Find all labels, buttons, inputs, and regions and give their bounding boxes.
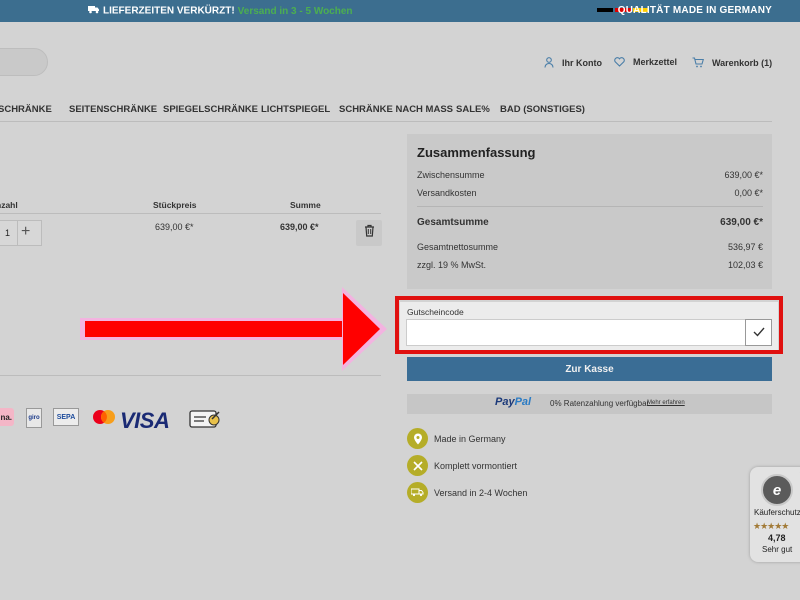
trash-icon	[364, 224, 375, 242]
shipping-label: Versandkosten	[417, 188, 477, 198]
summary-title: Zusammenfassung	[417, 145, 536, 160]
quantity-stepper[interactable]: 1 +	[0, 220, 42, 246]
cart-label: Warenkorb (1)	[712, 57, 773, 68]
invoice-icon	[188, 408, 222, 430]
nav-item-schraenke[interactable]: SCHRÄNKE	[0, 104, 52, 115]
account-label: Ihr Konto	[562, 57, 602, 68]
rating-grade: Sehr gut	[762, 545, 793, 554]
visa-icon: VISA	[120, 408, 170, 434]
net-total-label: Gesamtnettosumme	[417, 242, 499, 252]
feature-label: Komplett vormontiert	[434, 460, 518, 471]
giropay-icon: giro	[26, 408, 42, 428]
column-header-quantity: nzahl	[0, 200, 18, 210]
nav-item-spiegelschraenke[interactable]: SPIEGELSCHRÄNKE	[163, 104, 258, 115]
order-summary: Zusammenfassung Zwischensumme 639,00 €* …	[407, 134, 772, 289]
heart-icon	[614, 57, 625, 67]
annotation-arrow-icon	[80, 285, 390, 380]
cart-link[interactable]: Warenkorb (1)	[692, 57, 772, 68]
remove-item-button[interactable]	[356, 220, 382, 246]
wishlist-label: Merkzettel	[633, 57, 678, 67]
paypal-installment-text: 0% Ratenzahlung verfügbar.	[550, 399, 651, 408]
sepa-label: SEPA	[56, 413, 76, 421]
feature-made-in-germany: Made in Germany	[407, 428, 506, 449]
cart-header-divider	[0, 213, 381, 214]
item-unit-price: 639,00 €*	[155, 222, 194, 232]
klarna-icon: na.	[0, 408, 14, 426]
shipping-value: 0,00 €*	[734, 188, 763, 198]
rating-stars-icon: ★★★★★	[753, 521, 789, 531]
user-icon	[544, 57, 554, 68]
coupon-code-input[interactable]	[406, 319, 746, 346]
subtotal-value: 639,00 €*	[724, 170, 763, 180]
plus-icon[interactable]: +	[21, 223, 30, 241]
total-value: 639,00 €*	[720, 217, 763, 228]
paypal-logo-pay: Pay	[495, 396, 515, 408]
summary-divider	[417, 206, 763, 207]
cart-icon	[692, 57, 704, 68]
column-header-unit-price: Stückpreis	[153, 200, 197, 210]
trusted-shops-seal-icon: e	[761, 474, 793, 506]
nav-item-sale[interactable]: SALE%	[456, 104, 490, 115]
subtotal-label: Zwischensumme	[417, 170, 485, 180]
top-info-bar: LIEFERZEITEN VERKÜRZT! Versand in 3 - 5 W…	[0, 0, 800, 22]
apply-coupon-button[interactable]	[745, 319, 772, 346]
rating-score: 4,78	[768, 533, 786, 543]
quantity-value: 1	[5, 228, 11, 238]
item-total: 639,00 €*	[280, 222, 319, 232]
trusted-shops-badge[interactable]: ••• e Käuferschutz ★★★★★ 4,78 Sehr gut	[750, 467, 800, 562]
paypal-banner: PayPal 0% Ratenzahlung verfügbar. Mehr e…	[407, 394, 772, 414]
wishlist-link[interactable]: Merkzettel	[614, 57, 677, 67]
net-total-value: 536,97 €	[727, 242, 763, 252]
mastercard-icon	[90, 408, 118, 430]
klarna-label: na.	[0, 412, 12, 422]
column-header-sum: Summe	[290, 200, 321, 210]
location-pin-icon	[407, 428, 428, 449]
giropay-label: giro	[28, 415, 40, 421]
shipping-notice-lead: LIEFERZEITEN VERKÜRZT!	[103, 5, 235, 17]
paypal-more-link[interactable]: Mehr erfahren	[647, 400, 685, 406]
visa-label: VISA	[120, 408, 170, 433]
checkmark-icon	[753, 324, 765, 342]
vat-value: 102,03 €	[727, 260, 763, 270]
account-link[interactable]: Ihr Konto	[544, 57, 602, 68]
nav-item-schraenke-nach-mass[interactable]: SCHRÄNKE NACH MASS	[339, 104, 453, 115]
quality-claim: QUALITÄT MADE IN GERMANY	[617, 5, 772, 16]
sepa-icon: SEPA	[53, 408, 79, 426]
nav-item-lichtspiegel[interactable]: LICHTSPIEGEL	[261, 104, 330, 115]
total-label: Gesamtsumme	[417, 217, 489, 228]
search-input[interactable]	[0, 48, 48, 76]
delivery-truck-icon	[407, 482, 428, 503]
stepper-divider	[17, 221, 18, 245]
feature-label: Versand in 2-4 Wochen	[434, 487, 528, 498]
paypal-logo-pal: Pal	[514, 396, 532, 408]
feature-shipping-time: Versand in 2-4 Wochen	[407, 482, 527, 503]
feature-label: Made in Germany	[434, 433, 506, 444]
truck-icon	[88, 5, 100, 17]
trust-seal-letter: e	[772, 481, 782, 499]
checkout-button[interactable]: Zur Kasse	[407, 357, 772, 381]
nav-divider	[0, 121, 772, 122]
feature-preassembled: Komplett vormontiert	[407, 455, 517, 476]
coupon-label: Gutscheincode	[407, 307, 464, 317]
shipping-notice-highlight: Versand in 3 - 5 Wochen	[237, 5, 353, 17]
vat-label: zzgl. 19 % MwSt.	[417, 260, 487, 270]
tools-icon	[407, 455, 428, 476]
nav-item-bad-sonstiges[interactable]: BAD (SONSTIGES)	[500, 104, 585, 115]
trust-label: Käuferschutz	[754, 508, 800, 517]
paypal-logo: PayPal	[495, 396, 531, 408]
shipping-notice: LIEFERZEITEN VERKÜRZT! Versand in 3 - 5 W…	[88, 5, 353, 17]
nav-item-seitenschraenke[interactable]: SEITENSCHRÄNKE	[69, 104, 157, 115]
